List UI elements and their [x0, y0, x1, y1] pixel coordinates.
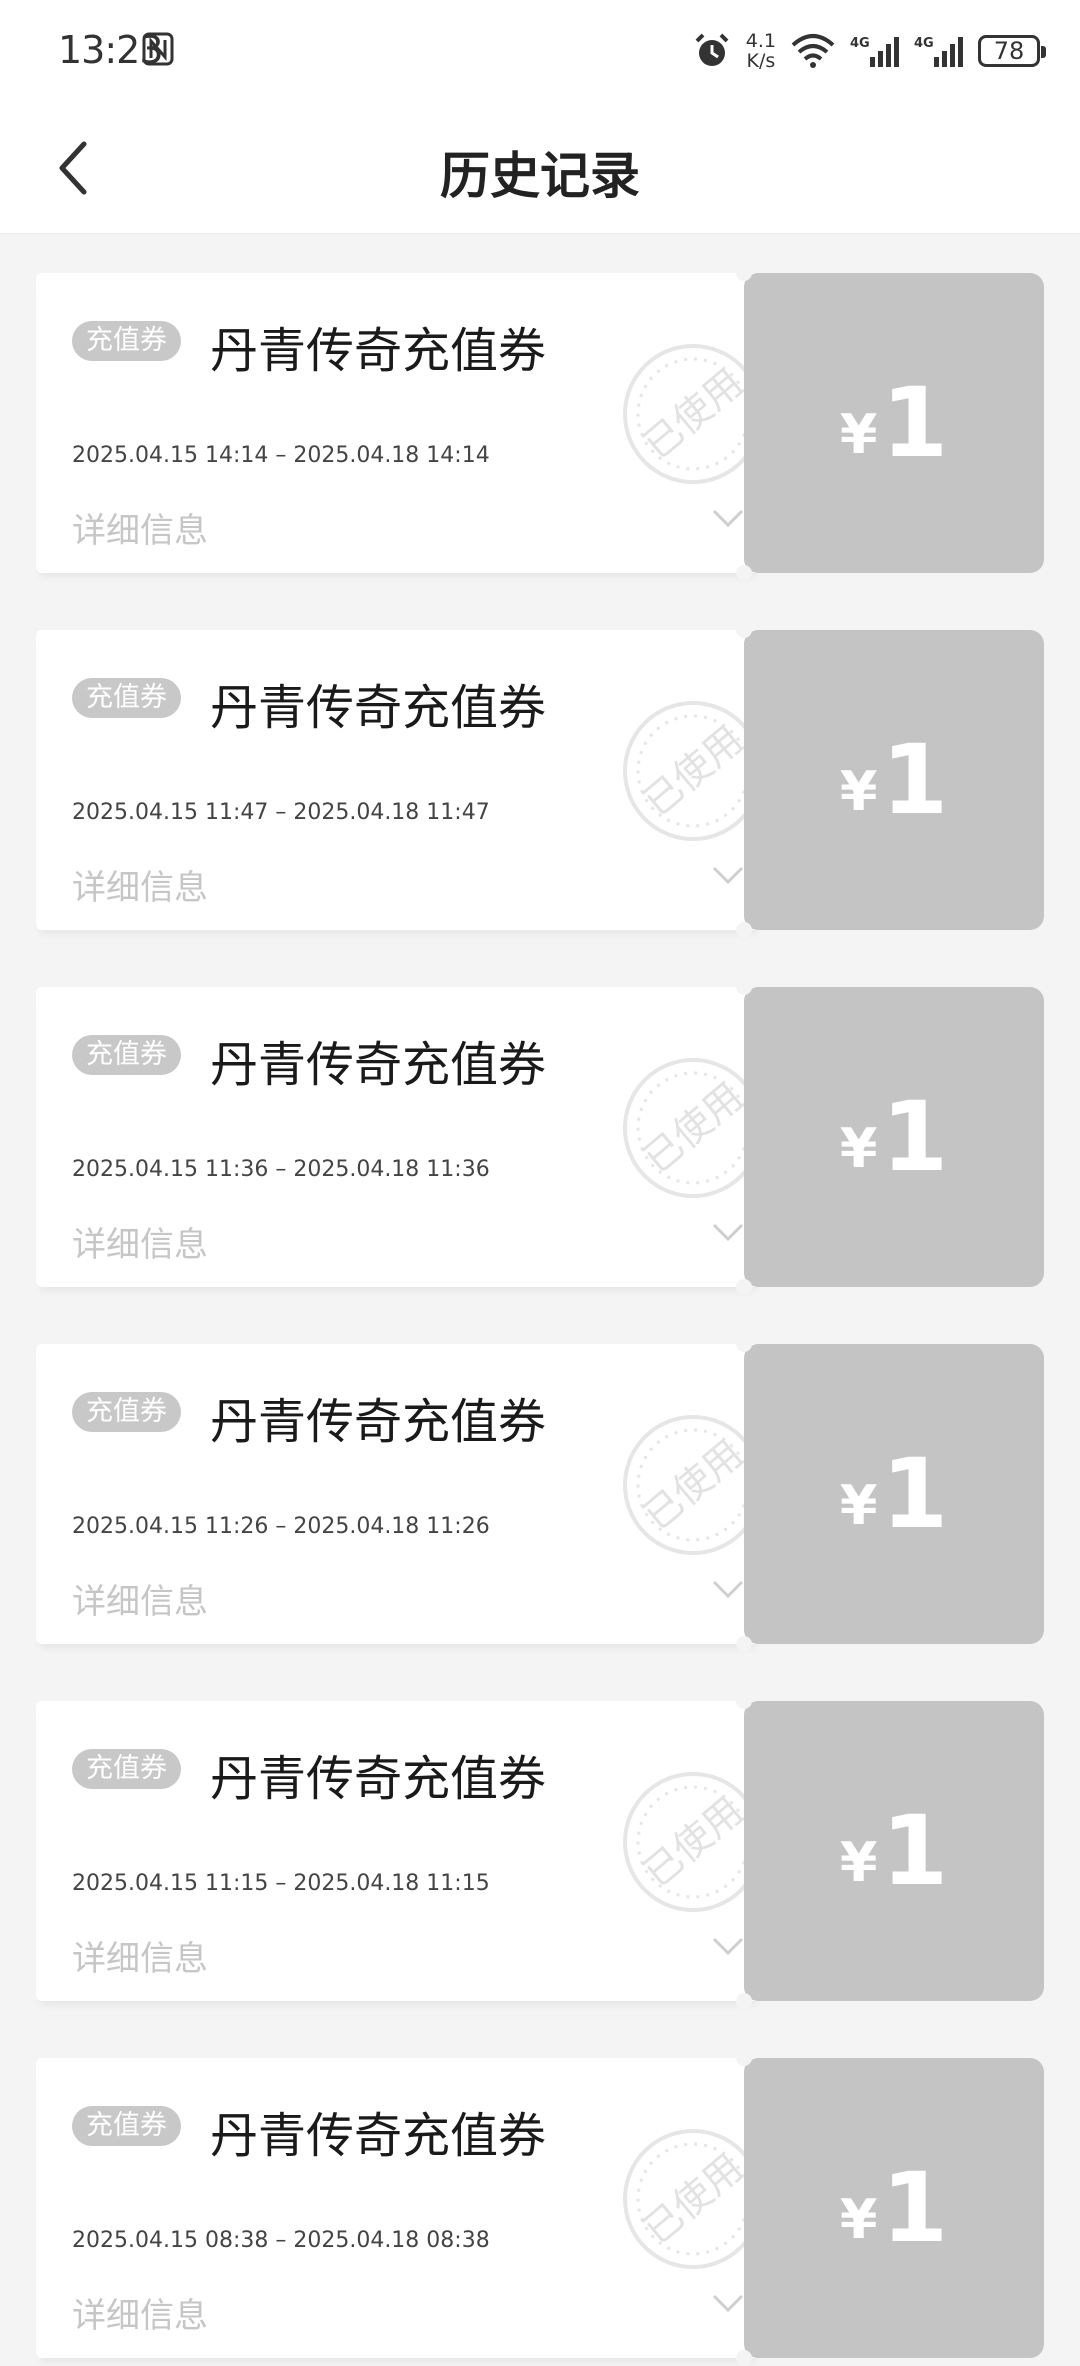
coupon-amount: 1	[881, 724, 949, 836]
coupon-price: ¥ 1	[744, 987, 1044, 1287]
notch	[736, 1693, 752, 1709]
chevron-down-icon[interactable]	[708, 1217, 748, 1247]
coupon-card[interactable]: 充值券 丹青传奇充值券 2025.04.15 14:14 – 2025.04.1…	[36, 265, 1044, 581]
coupon-card[interactable]: 充值券 丹青传奇充值券 2025.04.15 11:15 – 2025.04.1…	[36, 1693, 1044, 2009]
coupon-card[interactable]: 充值券 丹青传奇充值券 2025.04.15 11:47 – 2025.04.1…	[36, 622, 1044, 938]
coupon-price: ¥ 1	[744, 1701, 1044, 2001]
coupon-title: 丹青传奇充值券	[210, 1037, 547, 1093]
currency-symbol: ¥	[839, 1473, 878, 1537]
coupon-tag: 充值券	[72, 1392, 181, 1432]
chevron-down-icon[interactable]	[708, 860, 748, 890]
coupon-title: 丹青传奇充值券	[210, 1394, 547, 1450]
coupon-price-panel: ¥ 1	[744, 1344, 1044, 1644]
coupon-tag: 充值券	[72, 2106, 181, 2146]
coupon-amount: 1	[881, 1081, 949, 1193]
notch	[736, 622, 752, 638]
currency-symbol: ¥	[839, 402, 878, 466]
chevron-down-icon[interactable]	[708, 1574, 748, 1604]
coupon-info: 充值券 丹青传奇充值券 2025.04.15 11:26 – 2025.04.1…	[36, 1344, 763, 1644]
chevron-down-icon[interactable]	[708, 1931, 748, 1961]
notch	[736, 979, 752, 995]
currency-symbol: ¥	[839, 1830, 878, 1894]
coupon-info: 充值券 丹青传奇充值券 2025.04.15 11:15 – 2025.04.1…	[36, 1701, 763, 2001]
coupon-detail-link[interactable]: 详细信息	[72, 503, 208, 552]
coupon-price: ¥ 1	[744, 630, 1044, 930]
notch	[736, 1636, 752, 1652]
notch	[736, 922, 752, 938]
coupon-title: 丹青传奇充值券	[210, 2108, 547, 2164]
coupon-amount: 1	[881, 2152, 949, 2264]
coupon-validity: 2025.04.15 11:47 – 2025.04.18 11:47	[72, 800, 490, 825]
page-title: 历史记录	[440, 147, 640, 205]
coupon-info: 充值券 丹青传奇充值券 2025.04.15 11:36 – 2025.04.1…	[36, 987, 763, 1287]
battery-icon: 78	[978, 35, 1046, 67]
coupon-card[interactable]: 充值券 丹青传奇充值券 2025.04.15 11:36 – 2025.04.1…	[36, 979, 1044, 1295]
coupon-tag: 充值券	[72, 1749, 181, 1789]
coupon-detail-link[interactable]: 详细信息	[72, 1931, 208, 1980]
notch	[736, 1993, 752, 2009]
svg-text:4G: 4G	[850, 36, 870, 51]
nfc-icon	[142, 32, 174, 66]
coupon-amount: 1	[881, 367, 949, 479]
coupon-price: ¥ 1	[744, 273, 1044, 573]
coupon-info: 充值券 丹青传奇充值券 2025.04.15 14:14 – 2025.04.1…	[36, 273, 763, 573]
notch	[736, 1279, 752, 1295]
currency-symbol: ¥	[839, 759, 878, 823]
coupon-price-panel: ¥ 1	[744, 987, 1044, 1287]
coupon-price-panel: ¥ 1	[744, 2058, 1044, 2358]
notch	[736, 265, 752, 281]
coupon-amount: 1	[881, 1438, 949, 1550]
signal-icon: 4G	[850, 36, 899, 67]
signal-icon-2: 4G	[914, 36, 963, 67]
coupon-validity: 2025.04.15 08:38 – 2025.04.18 08:38	[72, 2228, 490, 2253]
notch	[736, 2050, 752, 2066]
chevron-down-icon[interactable]	[708, 503, 748, 533]
coupon-validity: 2025.04.15 11:26 – 2025.04.18 11:26	[72, 1514, 490, 1539]
coupon-price: ¥ 1	[744, 1344, 1044, 1644]
net-speed-value: 4.1	[745, 30, 776, 52]
notch	[736, 1336, 752, 1352]
coupon-tag: 充值券	[72, 321, 181, 361]
coupon-price-panel: ¥ 1	[744, 630, 1044, 930]
coupon-info: 充值券 丹青传奇充值券 2025.04.15 08:38 – 2025.04.1…	[36, 2058, 763, 2358]
wifi-icon	[791, 34, 835, 68]
status-bar: 13:23 4.1 K/s 4G 4G 78	[0, 0, 1080, 100]
coupon-detail-link[interactable]: 详细信息	[72, 1574, 208, 1623]
status-icons: 4.1 K/s 4G 4G 78	[692, 26, 1046, 76]
coupon-title: 丹青传奇充值券	[210, 1751, 547, 1807]
coupon-validity: 2025.04.15 14:14 – 2025.04.18 14:14	[72, 443, 490, 468]
svg-text:4G: 4G	[914, 36, 934, 51]
coupon-price-panel: ¥ 1	[744, 273, 1044, 573]
currency-symbol: ¥	[839, 2187, 878, 2251]
header: 历史记录	[0, 100, 1080, 234]
coupon-title: 丹青传奇充值券	[210, 680, 547, 736]
coupon-amount: 1	[881, 1795, 949, 1907]
coupon-detail-link[interactable]: 详细信息	[72, 860, 208, 909]
net-speed-unit: K/s	[746, 50, 776, 72]
coupon-price: ¥ 1	[744, 2058, 1044, 2358]
notch	[736, 565, 752, 581]
coupon-price-panel: ¥ 1	[744, 1701, 1044, 2001]
chevron-down-icon[interactable]	[708, 2288, 748, 2318]
coupon-tag: 充值券	[72, 1035, 181, 1075]
coupon-card[interactable]: 充值券 丹青传奇充值券 2025.04.15 08:38 – 2025.04.1…	[36, 2050, 1044, 2366]
coupon-card[interactable]: 充值券 丹青传奇充值券 2025.04.15 11:26 – 2025.04.1…	[36, 1336, 1044, 1652]
coupon-title: 丹青传奇充值券	[210, 323, 547, 379]
coupon-detail-link[interactable]: 详细信息	[72, 2288, 208, 2337]
notch	[736, 2350, 752, 2366]
currency-symbol: ¥	[839, 1116, 878, 1180]
coupon-detail-link[interactable]: 详细信息	[72, 1217, 208, 1266]
coupon-info: 充值券 丹青传奇充值券 2025.04.15 11:47 – 2025.04.1…	[36, 630, 763, 930]
coupon-validity: 2025.04.15 11:15 – 2025.04.18 11:15	[72, 1871, 490, 1896]
coupon-validity: 2025.04.15 11:36 – 2025.04.18 11:36	[72, 1157, 490, 1182]
coupon-tag: 充值券	[72, 678, 181, 718]
net-speed: 4.1 K/s	[746, 31, 776, 71]
alarm-icon	[695, 33, 729, 66]
